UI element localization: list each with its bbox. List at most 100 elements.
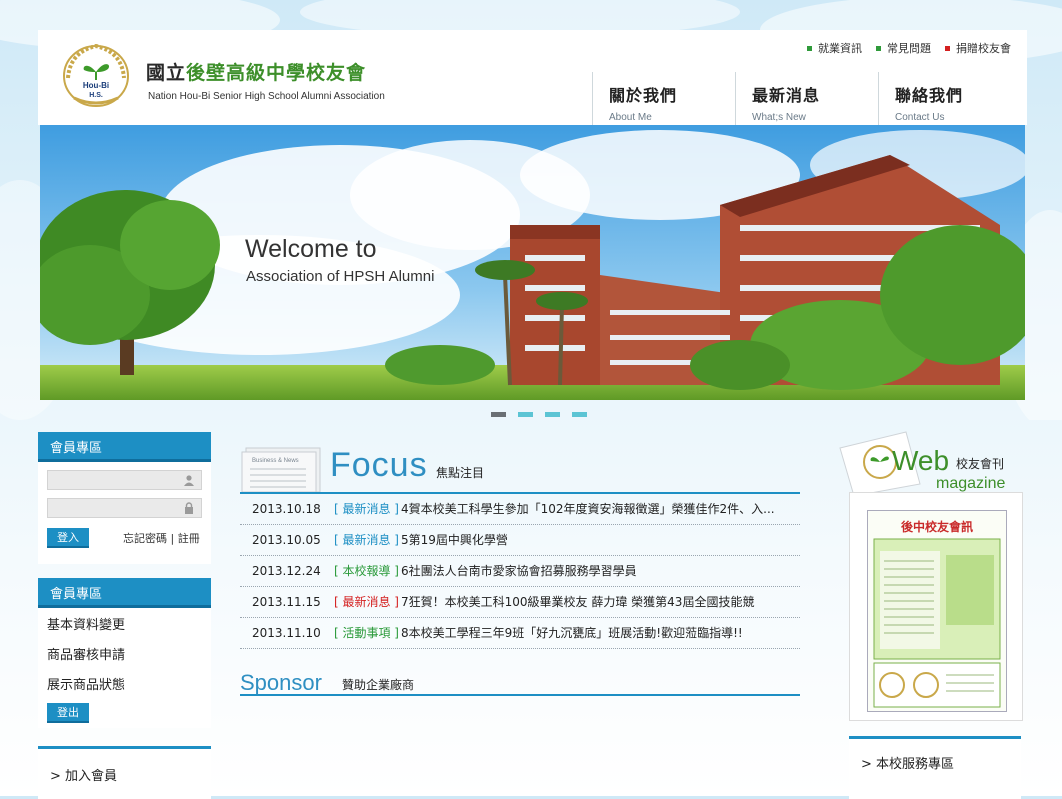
magazine-zh: 校友會刊: [956, 456, 1004, 471]
news-category[interactable]: [ 最新消息 ]: [334, 502, 399, 516]
bullet-icon: [807, 45, 812, 51]
password-input[interactable]: [48, 502, 186, 520]
news-category[interactable]: [ 本校報導 ]: [334, 564, 399, 578]
logo-text-2: H.S.: [89, 92, 103, 99]
username-field[interactable]: [47, 470, 202, 492]
main-nav: 關於我們 About Me 最新消息 What;s New 聯絡我們 Conta…: [592, 72, 1021, 125]
magazine-en: magazine: [936, 475, 1005, 492]
login-panel-title: 會員專區: [38, 432, 211, 462]
newspaper-icon: Business & News: [241, 447, 321, 492]
top-link-label: 就業資訊: [818, 42, 862, 55]
nav-contact[interactable]: 聯絡我們 Contact Us: [878, 72, 1021, 125]
news-title[interactable]: 8本校美工學程三年9班「好九沉甕底」班展活動!歡迎蒞臨指導!!: [401, 626, 743, 640]
news-date: 2013.12.24: [252, 564, 321, 578]
news-date: 2013.10.18: [252, 502, 321, 516]
top-links: 就業資訊 常見問題 捐贈校友會: [807, 40, 1011, 56]
magazine-cover-box[interactable]: 後中校友會訊: [849, 492, 1023, 721]
sponsor-header: Sponsor 贊助企業廠商: [240, 670, 800, 696]
magazine-cover-title: 後中校友會訊: [901, 519, 973, 534]
site-title-name: 後壁高級中學校友會: [186, 62, 367, 84]
focus-news-section: Business & News Focus 焦點注目 2013.10.18 [ 最…: [240, 442, 800, 649]
nav-sublabel: About Me: [609, 112, 652, 123]
news-date: 2013.10.05: [252, 533, 321, 547]
news-category[interactable]: [ 最新消息 ]: [334, 595, 399, 609]
nav-label: 最新消息: [752, 86, 821, 105]
newspaper-title: Business & News: [252, 458, 299, 464]
login-links: 忘記密碼 | 註冊: [123, 530, 200, 546]
news-category[interactable]: [ 最新消息 ]: [334, 533, 399, 547]
news-date: 2013.11.10: [252, 626, 321, 640]
news-date: 2013.11.15: [252, 595, 321, 609]
news-row[interactable]: 2013.11.10 [ 活動事項 ] 8本校美工學程三年9班「好九沉甕底」班展活動…: [240, 618, 800, 649]
join-member-link[interactable]: > 加入會員: [50, 765, 211, 784]
member-menu: 會員專區 基本資料變更 商品審核申請 展示商品狀態 登出: [38, 578, 211, 728]
top-link-jobs[interactable]: 就業資訊: [807, 40, 862, 56]
news-row[interactable]: 2013.11.15 [ 最新消息 ] 7狂賀！本校美工科100級畢業校友 薛力瑋 …: [240, 587, 800, 618]
site-header: Hou-Bi H.S. 國立後壁高級中學校友會 Nation Hou-Bi Se…: [38, 30, 1027, 125]
focus-header: Business & News Focus 焦點注目: [240, 442, 800, 494]
page-container: Hou-Bi H.S. 國立後壁高級中學校友會 Nation Hou-Bi Se…: [38, 30, 1027, 799]
forgot-password-link[interactable]: 忘記密碼: [123, 532, 167, 545]
logout-button[interactable]: 登出: [47, 703, 89, 723]
nav-news[interactable]: 最新消息 What;s New: [735, 72, 878, 125]
news-title[interactable]: 5第19屆中興化學營: [401, 533, 508, 547]
banner-heading: Welcome to: [245, 235, 377, 263]
banner-dot-4[interactable]: [572, 412, 587, 417]
sponsor-heading: Sponsor: [240, 670, 322, 695]
news-row[interactable]: 2013.10.18 [ 最新消息 ] 4賀本校美工科學生參加「102年度資安海報徵…: [240, 494, 800, 525]
banner-subheading: Association of HPSH Alumni: [246, 268, 435, 285]
login-panel: 會員專區 登入 忘記密碼 | 註冊: [38, 432, 211, 564]
site-subtitle: Nation Hou-Bi Senior High School Alumni …: [148, 91, 385, 102]
news-title[interactable]: 4賀本校美工科學生參加「102年度資安海報徵選」榮獲佳作2件、入...: [401, 502, 775, 516]
magazine-web-word: Web: [892, 445, 949, 476]
site-title-prefix: 國立: [146, 62, 187, 84]
login-actions: 登入 忘記密碼 | 註冊: [47, 528, 211, 548]
news-category[interactable]: [ 活動事項 ]: [334, 626, 399, 640]
banner-dot-1[interactable]: [491, 412, 506, 417]
school-service-box: > 本校服務專區: [849, 736, 1021, 799]
focus-subheading: 焦點注目: [436, 466, 485, 480]
nav-sublabel: Contact Us: [895, 112, 945, 123]
top-link-donate[interactable]: 捐贈校友會: [945, 40, 1011, 56]
news-title[interactable]: 7狂賀！本校美工科100級畢業校友 薛力瑋 榮獲第43屆全國技能競: [401, 595, 754, 609]
school-service-link[interactable]: > 本校服務專區: [861, 753, 1021, 772]
member-menu-title: 會員專區: [38, 578, 211, 608]
user-icon: [184, 475, 194, 486]
password-field[interactable]: [47, 498, 202, 520]
magazine-badge: Web 校友會刊 magazine: [839, 431, 1005, 497]
sponsor-section: Sponsor 贊助企業廠商: [240, 670, 800, 696]
bullet-icon: [945, 45, 950, 51]
news-row[interactable]: 2013.12.24 [ 本校報導 ] 6社團法人台南市愛家協會招募服務學習學員: [240, 556, 800, 587]
banner-photo: [40, 125, 1025, 400]
nav-about[interactable]: 關於我們 About Me: [592, 72, 735, 125]
news-list: 2013.10.18[ 最新消息 ] 4賀本校美工科學生參加「102年度資安海報徵…: [240, 494, 800, 649]
member-item-product-review[interactable]: 商品審核申請: [38, 641, 211, 671]
join-member-box: > 加入會員: [38, 746, 211, 799]
top-link-label: 捐贈校友會: [956, 42, 1011, 55]
lock-icon: [185, 502, 193, 514]
nav-sublabel: What;s New: [752, 112, 806, 123]
news-row[interactable]: 2013.10.05 [ 最新消息 ] 5第19屆中興化學營: [240, 525, 800, 556]
top-link-label: 常見問題: [887, 42, 931, 55]
banner-dot-2[interactable]: [518, 412, 533, 417]
magazine-cover[interactable]: 後中校友會訊: [867, 510, 1007, 712]
magazine-cover-art: 後中校友會訊: [868, 511, 1006, 711]
banner-dot-3[interactable]: [545, 412, 560, 417]
news-title[interactable]: 6社團法人台南市愛家協會招募服務學習學員: [401, 564, 637, 578]
nav-label: 聯絡我們: [895, 86, 964, 105]
register-link[interactable]: 註冊: [178, 532, 200, 545]
banner-pagination: [491, 412, 587, 417]
member-item-profile[interactable]: 基本資料變更: [38, 611, 211, 641]
nav-label: 關於我們: [609, 86, 678, 105]
login-button[interactable]: 登入: [47, 528, 89, 548]
site-title: 國立後壁高級中學校友會: [146, 58, 366, 85]
web-magazine-banner[interactable]: Web 校友會刊 magazine: [836, 428, 1024, 497]
focus-heading: Focus: [330, 446, 428, 484]
school-logo[interactable]: Hou-Bi H.S.: [60, 38, 132, 110]
bullet-icon: [876, 45, 881, 51]
username-input[interactable]: [48, 474, 186, 492]
member-item-product-status[interactable]: 展示商品狀態: [38, 671, 211, 701]
hero-banner[interactable]: Welcome to Association of HPSH Alumni: [40, 125, 1025, 400]
link-separator: |: [170, 532, 175, 545]
top-link-faq[interactable]: 常見問題: [876, 40, 931, 56]
